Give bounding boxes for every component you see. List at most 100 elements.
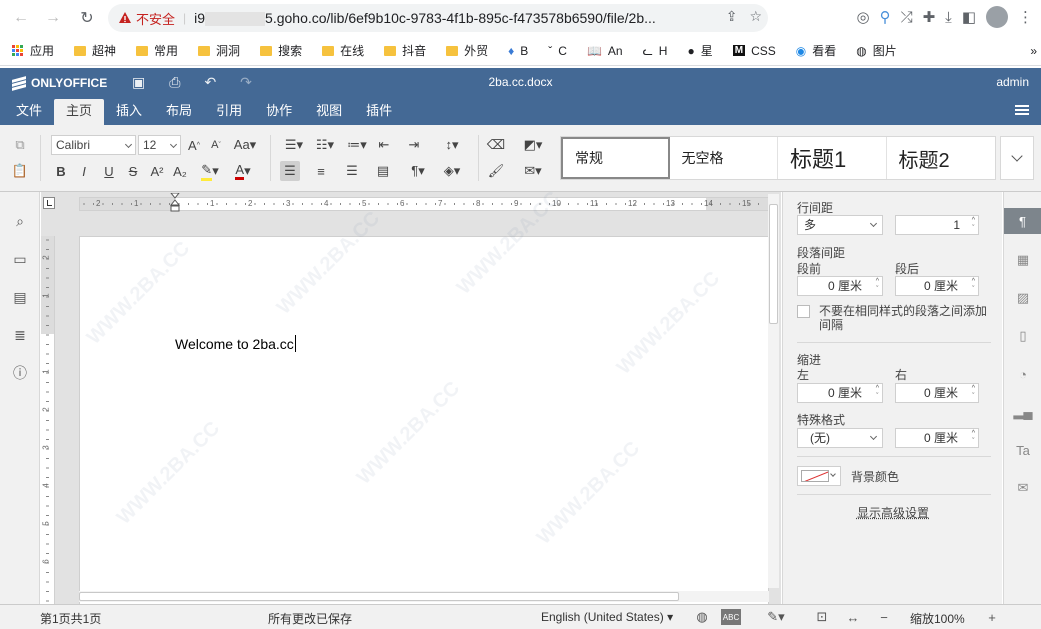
extension-circle-icon[interactable]: ◎ <box>856 8 869 26</box>
special-format-select[interactable]: (无) <box>797 428 883 448</box>
vertical-ruler[interactable]: 2 1 1 2 3 4 5 6 <box>41 236 55 604</box>
about-info-icon[interactable]: ⓘ <box>11 364 29 382</box>
navigation-icon[interactable]: ≣ <box>11 326 29 344</box>
language-select[interactable]: English (United States) ▾ <box>541 610 673 624</box>
style-normal[interactable]: 常规 <box>561 137 670 179</box>
superscript-icon[interactable]: A² <box>147 161 167 181</box>
mail-merge-settings-icon[interactable]: ✉ <box>1013 478 1033 498</box>
share-icon[interactable]: ⇪ <box>726 8 738 25</box>
zoom-in-icon[interactable]: + <box>984 609 1000 625</box>
bookmark-folder[interactable]: 在线 <box>322 42 364 59</box>
spinner-icon[interactable]: ^ ˇ <box>972 430 975 446</box>
bookmark-link[interactable]: ◉ 看看 <box>796 42 837 59</box>
page-indicator[interactable]: 第1页共1页 <box>40 610 101 627</box>
vertical-scroll-thumb[interactable] <box>769 204 778 324</box>
document-body-text[interactable]: Welcome to 2ba.cc <box>175 335 296 352</box>
font-name-select[interactable]: Calibri <box>51 135 136 155</box>
bookmarks-overflow-icon[interactable]: » <box>1030 44 1037 58</box>
bookmark-folder[interactable]: 抖音 <box>384 42 426 59</box>
increase-font-icon[interactable]: A ^ <box>184 135 204 155</box>
zoom-out-icon[interactable]: − <box>876 609 892 625</box>
shape-settings-icon[interactable]: ◔ <box>1013 364 1033 384</box>
browser-menu-icon[interactable]: ⋮ <box>1018 8 1033 26</box>
text-art-icon[interactable]: Ta <box>1013 440 1033 460</box>
line-spacing-value-input[interactable]: 1 ^ ˇ <box>895 215 979 235</box>
document-page[interactable]: Welcome to 2ba.cc <box>79 236 769 604</box>
tab-insert[interactable]: 插入 <box>104 99 154 125</box>
spinner-icon[interactable]: ^ ˇ <box>876 278 879 294</box>
bookmark-link[interactable]: 📖 An <box>587 44 623 58</box>
font-color-icon[interactable]: A ▾ <box>228 161 258 181</box>
back-icon[interactable]: ← <box>6 3 36 33</box>
tab-references[interactable]: 引用 <box>204 99 254 125</box>
bookmark-folder[interactable]: 常用 <box>136 42 178 59</box>
vertical-scrollbar[interactable] <box>768 194 779 588</box>
chat-icon[interactable]: ▤ <box>11 288 29 306</box>
change-case-icon[interactable]: Aa▾ <box>230 135 260 155</box>
url-text[interactable]: i9 5.goho.co/lib/6ef9b10c-9783-4f1b-895c-… <box>194 10 684 27</box>
justify-icon[interactable]: ▤ <box>373 161 393 181</box>
extension-pin-icon[interactable]: ⚲ <box>880 8 891 26</box>
fit-width-icon[interactable]: ↔ <box>845 609 861 625</box>
spinner-icon[interactable]: ^ ˇ <box>972 278 975 294</box>
hamburger-menu-icon[interactable] <box>1015 105 1029 115</box>
bookmark-apps[interactable]: 应用 <box>12 42 54 59</box>
bookmark-star-icon[interactable]: ☆ <box>749 8 762 25</box>
highlight-color-icon[interactable]: ✎ ▾ <box>196 161 224 181</box>
show-advanced-settings-link[interactable]: 显示高级设置 <box>783 504 1003 521</box>
increase-indent-icon[interactable]: ⇥ <box>404 135 424 155</box>
copy-style-icon[interactable]: 🖌 <box>486 161 506 181</box>
horizontal-scrollbar[interactable] <box>79 591 769 602</box>
clear-style-icon[interactable]: ⌫ <box>486 135 506 155</box>
bookmark-link[interactable]: ᓚH <box>643 44 668 58</box>
user-name[interactable]: admin <box>996 75 1029 89</box>
italic-icon[interactable]: I <box>74 161 94 181</box>
numbered-list-icon[interactable]: ☷▾ <box>312 135 338 155</box>
decrease-indent-icon[interactable]: ⇤ <box>374 135 394 155</box>
bookmark-link[interactable]: ● 星 <box>687 42 712 59</box>
indent-left-input[interactable]: 0 厘米 ^ ˇ <box>797 383 883 403</box>
bookmark-link[interactable]: ◍ 图片 <box>856 42 897 59</box>
tab-layout[interactable]: 布局 <box>154 99 204 125</box>
mail-merge-icon[interactable]: ✉▾ <box>518 161 548 181</box>
bookmark-folder[interactable]: 洞洞 <box>198 42 240 59</box>
image-settings-icon[interactable]: ▨ <box>1013 288 1033 308</box>
multilevel-list-icon[interactable]: ≔▾ <box>343 135 371 155</box>
track-changes-icon[interactable]: ✎▾ <box>762 609 790 625</box>
tab-collaboration[interactable]: 协作 <box>254 99 304 125</box>
tab-view[interactable]: 视图 <box>304 99 354 125</box>
extensions-puzzle-icon[interactable]: ✚ <box>923 8 936 26</box>
header-footer-icon[interactable]: ▯ <box>1013 326 1033 346</box>
paste-icon[interactable]: 📋 <box>10 161 30 181</box>
style-heading1[interactable]: 标题1 <box>778 137 887 179</box>
special-amount-input[interactable]: 0 厘米 ^ ˇ <box>895 428 979 448</box>
horizontal-ruler[interactable]: 2 1 1 2 3 4 5 6 7 8 9 10 11 12 13 14 15 <box>79 192 769 212</box>
reload-icon[interactable]: ↻ <box>72 3 102 33</box>
security-warning[interactable]: 不安全 <box>118 9 175 28</box>
spinner-icon[interactable]: ^ ˇ <box>972 217 975 233</box>
bookmark-folder[interactable]: 外贸 <box>446 42 488 59</box>
address-bar[interactable]: 不安全 | i9 5.goho.co/lib/6ef9b10c-9783-4f1b… <box>108 4 768 32</box>
spinner-icon[interactable]: ^ ˇ <box>972 385 975 401</box>
tab-file[interactable]: 文件 <box>4 99 54 125</box>
tab-plugins[interactable]: 插件 <box>354 99 404 125</box>
forward-icon[interactable]: → <box>38 3 68 33</box>
align-right-icon[interactable]: ☰ <box>342 161 362 181</box>
spell-check-icon[interactable]: ABC <box>721 609 741 625</box>
paragraph-settings-icon[interactable]: ¶ <box>1004 208 1041 234</box>
style-no-spacing[interactable]: 无空格 <box>670 137 779 179</box>
zoom-level[interactable]: 缩放100% <box>910 610 965 627</box>
indent-marker-icon[interactable] <box>169 192 181 215</box>
spinner-icon[interactable]: ^ ˇ <box>876 385 879 401</box>
bookmark-folder[interactable]: 搜索 <box>260 42 302 59</box>
bold-icon[interactable]: B <box>51 161 71 181</box>
table-settings-icon[interactable]: ▦ <box>1013 250 1033 270</box>
bookmark-folder[interactable]: 超神 <box>74 42 116 59</box>
align-center-icon[interactable]: ≡ <box>311 161 331 181</box>
font-size-select[interactable]: 12 <box>138 135 181 155</box>
bookmark-link[interactable]: ˇC <box>548 44 567 58</box>
line-spacing-mode-select[interactable]: 多 <box>797 215 883 235</box>
underline-icon[interactable]: U <box>99 161 119 181</box>
line-spacing-icon[interactable]: ↕▾ <box>438 135 466 155</box>
fit-page-icon[interactable]: ⊡ <box>814 609 830 625</box>
